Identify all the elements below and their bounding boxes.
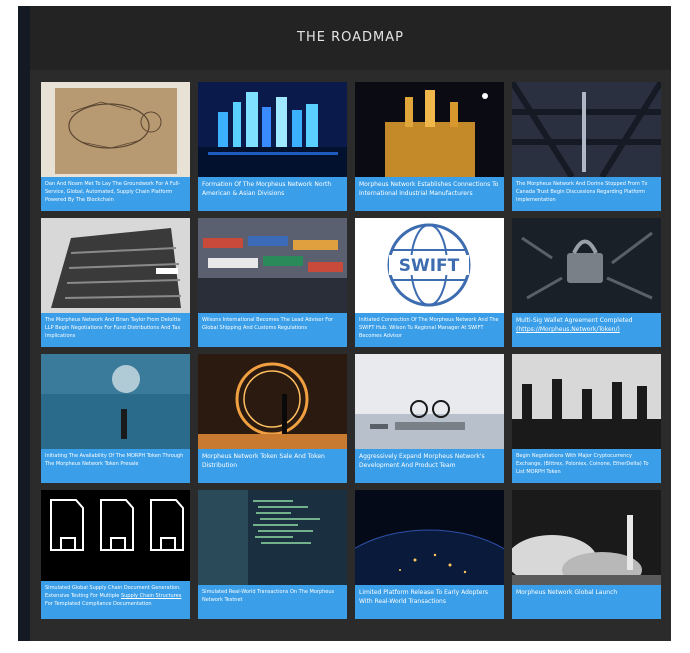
roadmap-card-1[interactable]: Dan And Noam Met To Lay The Groundwork F… (41, 82, 190, 211)
card-caption: Morpheus Network Token Sale And Token Di… (198, 449, 347, 483)
roadmap-card-10[interactable]: Morpheus Network Token Sale And Token Di… (198, 354, 347, 483)
deloitte-building-image (41, 218, 190, 313)
supply-chain-link[interactable]: Supply Chain Structures (121, 593, 181, 599)
rocket-launch-image (512, 490, 661, 585)
roadmap-card-4[interactable]: The Morpheus Network And Dorine Stopped … (512, 82, 661, 211)
industrial-plant-image (355, 82, 504, 177)
card-caption: Aggressively Expand Morpheus Network's D… (355, 449, 504, 483)
card-caption: Initiating The Availability Of The MORPH… (41, 449, 190, 483)
earth-night-image (355, 490, 504, 585)
roadmap-card-9[interactable]: Initiating The Availability Of The MORPH… (41, 354, 190, 483)
tower-structure-image (512, 82, 661, 177)
silhouette-people-image (512, 354, 661, 449)
roadmap-card-14[interactable]: Simulated Real-World Transactions On The… (198, 490, 347, 619)
roadmap-card-5[interactable]: The Morpheus Network And Brian Taylor Fr… (41, 218, 190, 347)
swift-logo-text: SWIFT (399, 256, 460, 276)
roadmap-card-15[interactable]: Limited Platform Release To Early Adopte… (355, 490, 504, 619)
roadmap-card-16[interactable]: Morpheus Network Global Launch (512, 490, 661, 619)
roadmap-card-11[interactable]: Aggressively Expand Morpheus Network's D… (355, 354, 504, 483)
card-caption: The Morpheus Network And Dorine Stopped … (512, 177, 661, 211)
card-caption: Simulated Global Supply Chain Document G… (41, 581, 190, 619)
card-caption-text: Multi-Sig Wallet Agreement Completed (516, 317, 633, 324)
card-caption: Begin Negotiations With Major Cryptocurr… (512, 449, 661, 483)
card-caption: Morpheus Network Establishes Connections… (355, 177, 504, 211)
card-caption: Simulated Real-World Transactions On The… (198, 585, 347, 619)
fire-spin-image (198, 354, 347, 449)
swift-logo-image: SWIFT (355, 218, 504, 313)
glasses-laptop-image (355, 354, 504, 449)
card-caption: Initiated Connection Of The Morpheus Net… (355, 313, 504, 347)
page-title: THE ROADMAP (30, 6, 671, 70)
card-caption: Limited Platform Release To Early Adopte… (355, 585, 504, 619)
roadmap-card-13[interactable]: Simulated Global Supply Chain Document G… (41, 490, 190, 619)
left-sidebar-strip (18, 6, 30, 641)
keys-and-lock-image (512, 218, 661, 313)
cardboard-sketch-image (41, 82, 190, 177)
card-caption: Multi-Sig Wallet Agreement Completed (ht… (512, 313, 661, 347)
code-screen-image (198, 490, 347, 585)
roadmap-card-2[interactable]: Formation Of The Morpheus Network North … (198, 82, 347, 211)
roadmap-card-8[interactable]: Multi-Sig Wallet Agreement Completed (ht… (512, 218, 661, 347)
roadmap-card-3[interactable]: Morpheus Network Establishes Connections… (355, 82, 504, 211)
night-city-image (198, 82, 347, 177)
sparkler-in-water-image (41, 354, 190, 449)
card-caption: Wilsons International Becomes The Lead A… (198, 313, 347, 347)
roadmap-card-6[interactable]: Wilsons International Becomes The Lead A… (198, 218, 347, 347)
roadmap-panel: THE ROADMAP Dan And Noam Met To Lay The … (30, 6, 671, 641)
card-caption: Morpheus Network Global Launch (512, 585, 661, 619)
card-caption: Dan And Noam Met To Lay The Groundwork F… (41, 177, 190, 211)
locked-documents-image (41, 490, 190, 585)
roadmap-card-12[interactable]: Begin Negotiations With Major Cryptocurr… (512, 354, 661, 483)
card-caption-text-after: For Templated Compliance Documentation (45, 601, 152, 607)
token-link[interactable]: (https://Morpheus.Network/Token/) (516, 325, 657, 334)
shipping-containers-image (198, 218, 347, 313)
card-caption: Formation Of The Morpheus Network North … (198, 177, 347, 211)
card-caption: The Morpheus Network And Brian Taylor Fr… (41, 313, 190, 347)
roadmap-card-7[interactable]: SWIFT Initiated Connection Of The Morphe… (355, 218, 504, 347)
